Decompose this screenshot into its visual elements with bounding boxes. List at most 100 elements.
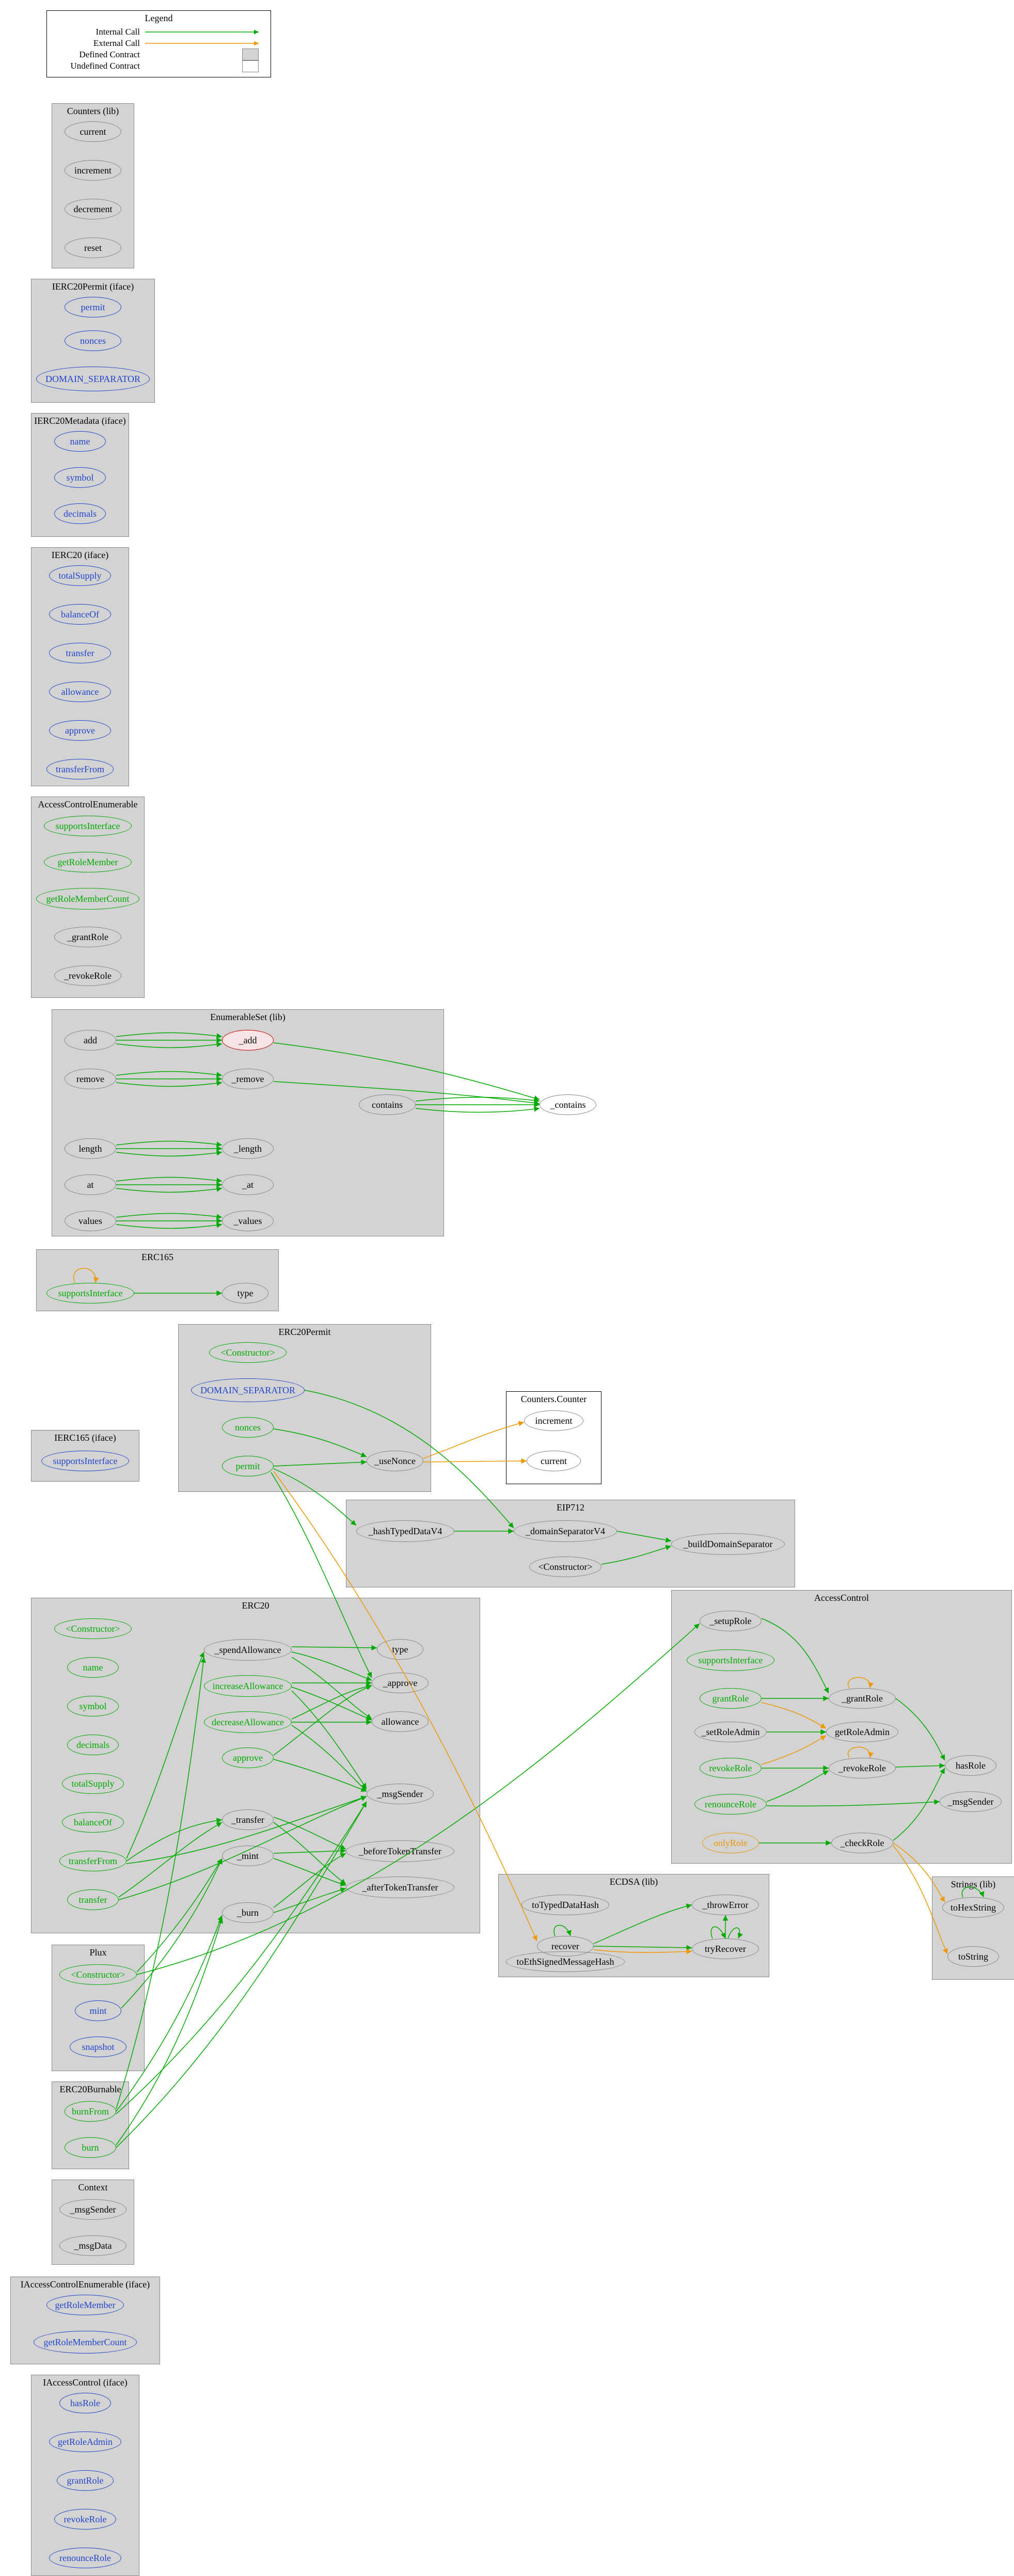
node-ac-setRoleAdmin[interactable]: _setRoleAdmin bbox=[694, 1722, 767, 1742]
node-ip-domain[interactable]: DOMAIN_SEPARATOR bbox=[36, 367, 150, 391]
node-es--length[interactable]: _length bbox=[222, 1138, 274, 1159]
node-ep-permit[interactable]: permit bbox=[222, 1456, 274, 1476]
node-es--contains[interactable]: _contains bbox=[540, 1094, 596, 1115]
node-iac-hasRole[interactable]: hasRole bbox=[59, 2393, 111, 2413]
node-es--values[interactable]: _values bbox=[222, 1211, 274, 1231]
node-e20-before[interactable]: _beforeTokenTransfer bbox=[346, 1840, 454, 1862]
node-i20-allowance[interactable]: allowance bbox=[49, 681, 111, 702]
node-i20-totalSupply[interactable]: totalSupply bbox=[49, 565, 111, 586]
node-ac-getRoleAdmin[interactable]: getRoleAdmin bbox=[826, 1722, 898, 1742]
node-im-name[interactable]: name bbox=[54, 431, 106, 452]
node-ep-domain[interactable]: DOMAIN_SEPARATOR bbox=[191, 1378, 305, 1402]
node-ac--revokeRole[interactable]: _revokeRole bbox=[829, 1758, 896, 1778]
node-ip-permit[interactable]: permit bbox=[65, 297, 121, 317]
node-ac-checkRole[interactable]: _checkRole bbox=[831, 1833, 893, 1853]
node-ac-hasRole[interactable]: hasRole bbox=[945, 1755, 996, 1776]
node-e20-name[interactable]: name bbox=[67, 1657, 119, 1678]
node-cc-increment[interactable]: increment bbox=[524, 1410, 583, 1431]
node-es-values[interactable]: values bbox=[65, 1211, 116, 1231]
node-e20-symbol[interactable]: symbol bbox=[67, 1696, 119, 1716]
node-e20-balanceOf[interactable]: balanceOf bbox=[62, 1812, 124, 1833]
node-ac-revokeRole[interactable]: revokeRole bbox=[700, 1758, 762, 1778]
node-ecdsa-throw[interactable]: _throwError bbox=[692, 1895, 759, 1915]
node-im-decimals[interactable]: decimals bbox=[54, 503, 106, 524]
node-e20-after[interactable]: _afterTokenTransfer bbox=[346, 1877, 454, 1898]
node-ace-getRoleMember[interactable]: getRoleMember bbox=[44, 852, 132, 872]
node-e165-type[interactable]: type bbox=[222, 1283, 268, 1303]
node-e20-approve[interactable]: approve bbox=[222, 1747, 274, 1768]
node-ep-nonces[interactable]: nonces bbox=[222, 1417, 274, 1438]
node-ecdsa-try[interactable]: tryRecover bbox=[692, 1938, 759, 1959]
node-ac-onlyRole[interactable]: onlyRole bbox=[702, 1833, 759, 1853]
node-iac-renounceRole[interactable]: renounceRole bbox=[49, 2548, 121, 2568]
node-es-remove[interactable]: remove bbox=[65, 1069, 116, 1089]
node-e20--approve[interactable]: _approve bbox=[372, 1673, 429, 1693]
node-ace-supports[interactable]: supportsInterface bbox=[44, 816, 132, 836]
node-es-length[interactable]: length bbox=[65, 1138, 116, 1159]
node-es-add[interactable]: add bbox=[65, 1030, 116, 1051]
node-e20--transfer[interactable]: _transfer bbox=[222, 1809, 274, 1830]
node-ep-ctor[interactable]: <Constructor> bbox=[209, 1342, 287, 1363]
node-plux-mint[interactable]: mint bbox=[75, 2000, 121, 2021]
node-ctx-msgData[interactable]: _msgData bbox=[59, 2235, 126, 2256]
node-iac-getRoleAdmin[interactable]: getRoleAdmin bbox=[49, 2431, 121, 2452]
node-str-toString[interactable]: toString bbox=[947, 1946, 999, 1967]
node-e20-decAllow[interactable]: decreaseAllowance bbox=[204, 1711, 292, 1733]
node-ac-supports[interactable]: supportsInterface bbox=[687, 1649, 774, 1671]
node-es--add[interactable]: _add bbox=[222, 1030, 274, 1051]
node-counters-current[interactable]: current bbox=[65, 121, 121, 142]
node-e20-transfer[interactable]: transfer bbox=[67, 1889, 119, 1910]
node-e20-incAllow[interactable]: increaseAllowance bbox=[204, 1675, 292, 1697]
node-ac-setupRole[interactable]: _setupRole bbox=[700, 1611, 762, 1631]
node-es--at[interactable]: _at bbox=[222, 1174, 274, 1195]
node-e20-ctor[interactable]: <Constructor> bbox=[54, 1618, 132, 1639]
node-i20-approve[interactable]: approve bbox=[49, 720, 111, 741]
node-e20-transferFrom[interactable]: transferFrom bbox=[59, 1851, 126, 1871]
node-e20-spendAllow[interactable]: _spendAllowance bbox=[204, 1639, 292, 1661]
node-iace-getRoleMemberCount[interactable]: getRoleMemberCount bbox=[34, 2331, 137, 2354]
node-iace-getRoleMember[interactable]: getRoleMember bbox=[46, 2295, 124, 2315]
node-ep-useNonce[interactable]: _useNonce bbox=[367, 1451, 423, 1471]
node-e165-supports[interactable]: supportsInterface bbox=[46, 1283, 134, 1303]
node-im-symbol[interactable]: symbol bbox=[54, 467, 106, 488]
node-ace-getRoleMemberCount[interactable]: getRoleMemberCount bbox=[36, 888, 139, 910]
node-e20--mint[interactable]: _mint bbox=[222, 1846, 274, 1866]
node-ace-grantRole[interactable]: _grantRole bbox=[54, 927, 121, 947]
node-es-contains[interactable]: contains bbox=[359, 1094, 416, 1115]
node-i20-transferFrom[interactable]: transferFrom bbox=[46, 759, 114, 780]
node-ecdsa-toEth[interactable]: toEthSignedMessageHash bbox=[506, 1951, 625, 1972]
node-burn-burnFrom[interactable]: burnFrom bbox=[65, 2101, 116, 2122]
node-str-toHex[interactable]: toHexString bbox=[942, 1897, 1004, 1918]
node-e20-msgSender[interactable]: _msgSender bbox=[367, 1784, 434, 1804]
node-i165-supports[interactable]: supportsInterface bbox=[41, 1451, 129, 1471]
node-iac-grantRole[interactable]: grantRole bbox=[57, 2470, 114, 2491]
node-plux-snapshot[interactable]: snapshot bbox=[70, 2037, 126, 2057]
node-counters-increment[interactable]: increment bbox=[65, 160, 121, 181]
node-iac-revokeRole[interactable]: revokeRole bbox=[54, 2509, 116, 2530]
node-e20-type[interactable]: type bbox=[377, 1639, 423, 1660]
node-es--remove[interactable]: _remove bbox=[222, 1069, 274, 1089]
node-eip-build[interactable]: _buildDomainSeparator bbox=[671, 1533, 785, 1555]
node-ace-revokeRole[interactable]: _revokeRole bbox=[54, 965, 121, 986]
node-i20-balanceOf[interactable]: balanceOf bbox=[49, 604, 111, 625]
node-ac-msgSender[interactable]: _msgSender bbox=[940, 1791, 1002, 1812]
node-ctx-msgSender[interactable]: _msgSender bbox=[59, 2199, 126, 2220]
node-eip-domsep[interactable]: _domainSeparatorV4 bbox=[514, 1520, 617, 1542]
node-i20-transfer[interactable]: transfer bbox=[49, 643, 111, 663]
node-eip-hash[interactable]: _hashTypedDataV4 bbox=[356, 1520, 454, 1542]
node-e20-totalSupply[interactable]: totalSupply bbox=[62, 1773, 124, 1794]
node-e20-decimals[interactable]: decimals bbox=[67, 1735, 119, 1755]
node-counters-decrement[interactable]: decrement bbox=[65, 199, 121, 219]
node-eip-ctor[interactable]: <Constructor> bbox=[529, 1556, 601, 1577]
node-ac-renounceRole[interactable]: renounceRole bbox=[694, 1794, 767, 1815]
node-cc-current[interactable]: current bbox=[527, 1451, 581, 1471]
node-e20--burn[interactable]: _burn bbox=[222, 1902, 274, 1923]
node-plux-ctor[interactable]: <Constructor> bbox=[59, 1964, 137, 1985]
node-ac--grantRole[interactable]: _grantRole bbox=[829, 1688, 896, 1709]
node-ecdsa-toTyped[interactable]: toTypedDataHash bbox=[521, 1895, 609, 1915]
node-e20-allowance[interactable]: allowance bbox=[372, 1711, 429, 1732]
node-counters-reset[interactable]: reset bbox=[65, 237, 121, 258]
node-burn-burn[interactable]: burn bbox=[65, 2137, 116, 2158]
node-ac-grantRole[interactable]: grantRole bbox=[700, 1688, 762, 1709]
node-ip-nonces[interactable]: nonces bbox=[65, 330, 121, 351]
